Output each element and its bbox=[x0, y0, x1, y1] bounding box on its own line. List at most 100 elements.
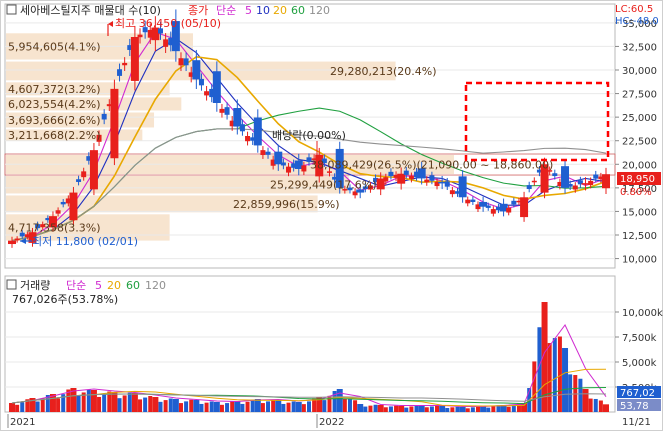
volume-bar bbox=[455, 406, 460, 412]
ma-period-20[interactable]: 20 bbox=[273, 4, 287, 17]
price-axis-label: 25,000 bbox=[622, 113, 657, 124]
low-marker: 최저 11,800 (02/01) bbox=[20, 235, 138, 248]
volume-bar bbox=[404, 407, 409, 412]
candle-body bbox=[178, 58, 184, 66]
ma-period-120[interactable]: 120 bbox=[309, 4, 330, 17]
candle-body bbox=[253, 117, 262, 146]
candle-body bbox=[470, 199, 476, 202]
volume-bar bbox=[40, 398, 45, 412]
volume-bar bbox=[245, 401, 250, 412]
price-title: 세아베스틸지주 매물대 수(10) bbox=[20, 4, 161, 17]
candle-body bbox=[137, 34, 143, 38]
candle-body bbox=[122, 62, 128, 66]
current-volume-text: 767,02 bbox=[620, 388, 655, 399]
volume-bar bbox=[178, 403, 183, 412]
volume-profile-label: 4,607,372(3.2%) bbox=[8, 83, 101, 96]
volume-bar bbox=[35, 401, 40, 412]
volume-ma-period-20[interactable]: 20 bbox=[107, 279, 121, 292]
volume-bar bbox=[450, 407, 455, 412]
volume-bar bbox=[111, 392, 118, 412]
volume-menu-icon[interactable] bbox=[6, 279, 17, 290]
volume-bar bbox=[424, 407, 429, 412]
volume-bar bbox=[152, 397, 159, 412]
price-axis-label: 27,500 bbox=[622, 90, 657, 101]
volume-bar bbox=[511, 405, 516, 412]
volume-bar bbox=[20, 402, 25, 412]
volume-bar bbox=[260, 403, 265, 412]
volume-axis-label: 7,500k bbox=[622, 333, 657, 344]
candle-body bbox=[552, 173, 558, 177]
volume-panel: 거래량 단순 5 20 60 120 767,026주(53.78%) 10,0… bbox=[4, 275, 663, 413]
volume-bar bbox=[465, 408, 470, 412]
volume-profile-label: 6,023,554(4.2%) bbox=[8, 98, 101, 111]
candle-body bbox=[602, 174, 610, 189]
volume-bar bbox=[9, 403, 15, 412]
volume-bar bbox=[250, 399, 255, 412]
volume-bar bbox=[373, 404, 378, 412]
ma-label[interactable]: 단순 bbox=[216, 4, 236, 17]
volume-bar bbox=[131, 393, 138, 412]
ma-period-10[interactable]: 10 bbox=[256, 4, 270, 17]
stock-chart: 5,954,605(4.1%) 29,280,213(20.4%) 4,607,37… bbox=[0, 0, 663, 431]
volume-bar bbox=[163, 400, 168, 412]
current-price-text: 18,950 bbox=[620, 174, 655, 185]
volume-bar bbox=[342, 398, 347, 412]
volume-bar bbox=[281, 403, 286, 412]
volume-bar bbox=[439, 406, 446, 412]
volume-bar bbox=[547, 343, 552, 412]
volume-bar bbox=[435, 405, 440, 412]
volume-ma-label[interactable]: 단순 bbox=[66, 279, 86, 292]
volume-ma-period-120[interactable]: 120 bbox=[145, 279, 166, 292]
candle-body bbox=[245, 136, 251, 142]
candle-body bbox=[511, 200, 517, 205]
price-label[interactable]: 종가 bbox=[188, 4, 208, 17]
volume-ma-period-60[interactable]: 60 bbox=[126, 279, 140, 292]
candle-body bbox=[219, 108, 225, 113]
volume-bar bbox=[138, 399, 143, 412]
candle-body bbox=[397, 173, 406, 184]
candle-body bbox=[14, 238, 20, 241]
volume-bar bbox=[193, 400, 200, 412]
volume-bar bbox=[15, 404, 20, 412]
volume-bar bbox=[353, 400, 358, 412]
price-axis-label: 10,000 bbox=[622, 255, 657, 266]
candle-body bbox=[274, 151, 283, 165]
candle-body bbox=[424, 179, 430, 183]
price-axis-label: 30,000 bbox=[622, 66, 657, 77]
panel-menu-icon[interactable] bbox=[6, 4, 17, 15]
candle-body bbox=[465, 199, 471, 204]
volume-bar bbox=[394, 405, 399, 412]
volume-ma-period-5[interactable]: 5 bbox=[95, 279, 102, 292]
ma-period-5[interactable]: 5 bbox=[245, 4, 252, 17]
volume-bar bbox=[219, 404, 224, 412]
candle-body bbox=[265, 151, 271, 155]
candle-body bbox=[233, 107, 242, 127]
volume-profile-label: 5,954,605(4.1%) bbox=[8, 40, 101, 53]
volume-bar bbox=[230, 401, 235, 412]
candle-body bbox=[81, 171, 87, 178]
volume-bar bbox=[409, 406, 414, 412]
candle-body bbox=[163, 39, 169, 47]
volume-bar bbox=[254, 399, 261, 412]
volume-bar bbox=[363, 406, 368, 412]
candle-body bbox=[429, 175, 435, 181]
volume-axis-label: 10,000k bbox=[622, 308, 663, 319]
volume-bar bbox=[377, 405, 384, 412]
volume-profile-label: 3,211,668(2.2%) bbox=[8, 129, 101, 142]
volume-bar bbox=[486, 407, 491, 412]
volume-bar bbox=[506, 406, 511, 412]
volume-bar bbox=[225, 403, 230, 412]
ma-period-60[interactable]: 60 bbox=[291, 4, 305, 17]
volume-bar bbox=[603, 404, 609, 412]
candle-body bbox=[490, 209, 496, 214]
volume-bar bbox=[322, 400, 327, 412]
low-marker-text: 최저 11,800 (02/01) bbox=[32, 235, 138, 248]
dividend-label: 배당락(0.00%) bbox=[272, 129, 346, 142]
volume-bar bbox=[347, 398, 352, 412]
volume-bar bbox=[383, 407, 388, 412]
volume-bar bbox=[184, 401, 189, 412]
volume-bar bbox=[275, 400, 282, 412]
volume-bar bbox=[90, 390, 97, 412]
volume-last-label: 767,026주(53.78%) bbox=[12, 293, 118, 306]
volume-bar bbox=[86, 389, 91, 412]
